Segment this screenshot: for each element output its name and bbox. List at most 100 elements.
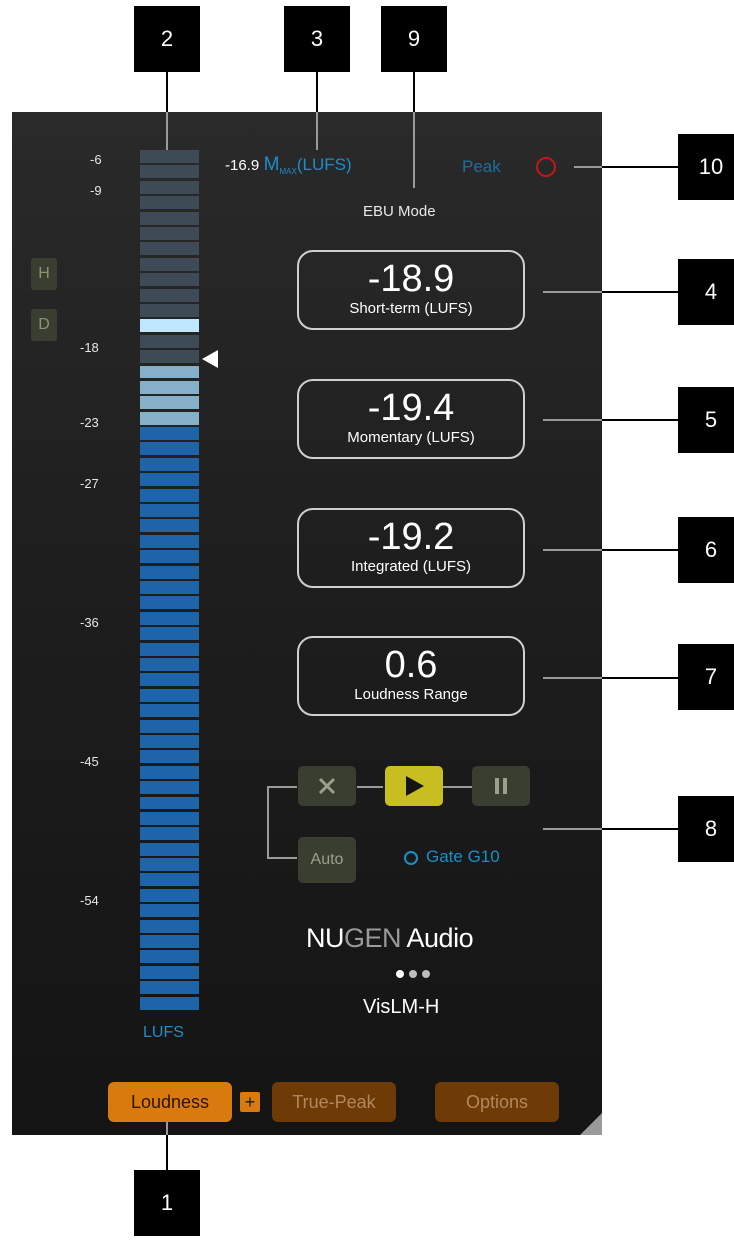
loudness-range-readout: 0.6 Loudness Range xyxy=(297,636,525,716)
resize-corner[interactable] xyxy=(580,1113,602,1135)
bracket-line xyxy=(267,786,269,858)
meter-segment xyxy=(140,796,199,810)
leader-7-inner xyxy=(543,677,602,679)
max-m-label: M xyxy=(263,154,280,175)
meter-segment xyxy=(140,919,199,933)
brand-gen: GEN xyxy=(344,923,402,953)
meter-segment xyxy=(140,596,199,610)
meter-segment xyxy=(140,704,199,718)
leader-6-inner xyxy=(543,549,602,551)
max-readout: -16.9 MMAX(LUFS) xyxy=(225,154,352,176)
callout-4: 4 xyxy=(678,259,734,325)
meter-segment xyxy=(140,473,199,487)
peak-label: Peak xyxy=(462,157,501,176)
meter-segment xyxy=(140,642,199,656)
scale-label: -54 xyxy=(80,893,99,908)
meter-segment xyxy=(140,442,199,456)
meter-segment xyxy=(140,581,199,594)
brand-audio: Audio xyxy=(401,923,474,953)
meter-segment xyxy=(140,211,199,225)
connector-line xyxy=(443,786,472,788)
meter-segment xyxy=(140,765,199,779)
brand-nu: NU xyxy=(306,923,345,953)
options-button[interactable]: Options xyxy=(435,1082,559,1122)
meter-unit-label: LUFS xyxy=(143,1024,184,1041)
leader-4-inner xyxy=(543,291,602,293)
brand-dots xyxy=(396,970,430,978)
callout-10: 10 xyxy=(678,134,734,200)
meter-segment xyxy=(140,565,199,579)
leader-4 xyxy=(602,291,678,293)
scale-label: -6 xyxy=(90,152,102,167)
meter-segment xyxy=(140,611,199,625)
display-button[interactable]: D xyxy=(31,309,57,341)
momentary-readout: -19.4 Momentary (LUFS) xyxy=(297,379,525,459)
meter-segment xyxy=(140,180,199,194)
scale-label: -23 xyxy=(80,415,99,430)
meter-segment xyxy=(140,488,199,502)
meter-segment xyxy=(140,965,199,979)
connector-line xyxy=(357,786,383,788)
target-pointer-icon[interactable] xyxy=(200,348,220,370)
leader-8-inner xyxy=(543,828,602,830)
auto-button[interactable]: Auto xyxy=(298,837,356,883)
momentary-label: Momentary (LUFS) xyxy=(347,429,475,446)
meter-segment xyxy=(140,627,199,641)
loudness-button[interactable]: Loudness xyxy=(108,1082,232,1122)
callout-1: 1 xyxy=(134,1170,200,1236)
leader-5 xyxy=(602,419,678,421)
reset-button[interactable] xyxy=(298,766,356,806)
pause-button[interactable] xyxy=(472,766,530,806)
meter-segment xyxy=(140,858,199,872)
meter-segment xyxy=(140,519,199,533)
gate-indicator-icon[interactable] xyxy=(404,851,418,865)
meter-segment xyxy=(140,165,199,179)
meter-segment xyxy=(140,534,199,548)
leader-9-inner xyxy=(413,112,415,188)
meter-segment xyxy=(140,981,199,995)
meter-segment xyxy=(140,935,199,949)
meter-segment xyxy=(140,380,199,394)
meter-segment xyxy=(140,842,199,856)
pause-icon xyxy=(495,778,507,794)
loudness-range-value: 0.6 xyxy=(384,644,438,686)
dot-icon xyxy=(409,970,417,978)
meter-segment xyxy=(140,504,199,518)
leader-7 xyxy=(602,677,678,679)
leader-2 xyxy=(166,72,168,112)
meter-segment xyxy=(140,550,199,564)
add-icon[interactable]: + xyxy=(240,1092,260,1112)
hold-button[interactable]: H xyxy=(31,258,57,290)
meter-segment xyxy=(140,457,199,471)
max-sub-label: MAX xyxy=(279,167,297,176)
max-value: -16.9 xyxy=(225,157,260,174)
leader-8 xyxy=(602,828,678,830)
meter-segment xyxy=(140,734,199,748)
meter-segment xyxy=(140,827,199,841)
integrated-value: -19.2 xyxy=(367,516,455,558)
scale-label: -9 xyxy=(90,183,102,198)
meter-segment xyxy=(140,303,199,317)
peak-indicator-icon[interactable] xyxy=(536,157,556,177)
leader-3-inner xyxy=(316,112,318,150)
callout-7: 7 xyxy=(678,644,734,710)
bracket-line xyxy=(267,857,297,859)
meter-segment xyxy=(140,350,199,364)
play-button[interactable] xyxy=(385,766,443,806)
meter-segment xyxy=(140,657,199,671)
meter-segment xyxy=(140,873,199,887)
meter-segment xyxy=(140,288,199,302)
max-unit-label: (LUFS) xyxy=(296,155,352,174)
meter-segment xyxy=(140,396,199,410)
ebu-mode-label[interactable]: EBU Mode xyxy=(363,203,436,220)
meter-segment xyxy=(140,242,199,256)
integrated-label: Integrated (LUFS) xyxy=(350,558,472,575)
meter-segment xyxy=(140,257,199,271)
scale-label: -27 xyxy=(80,476,99,491)
callout-8: 8 xyxy=(678,796,734,862)
leader-9 xyxy=(413,72,415,112)
product-name: VisLM-H xyxy=(363,996,440,1018)
meter-segment xyxy=(140,365,199,379)
callout-6: 6 xyxy=(678,517,734,583)
true-peak-button[interactable]: True-Peak xyxy=(272,1082,396,1122)
